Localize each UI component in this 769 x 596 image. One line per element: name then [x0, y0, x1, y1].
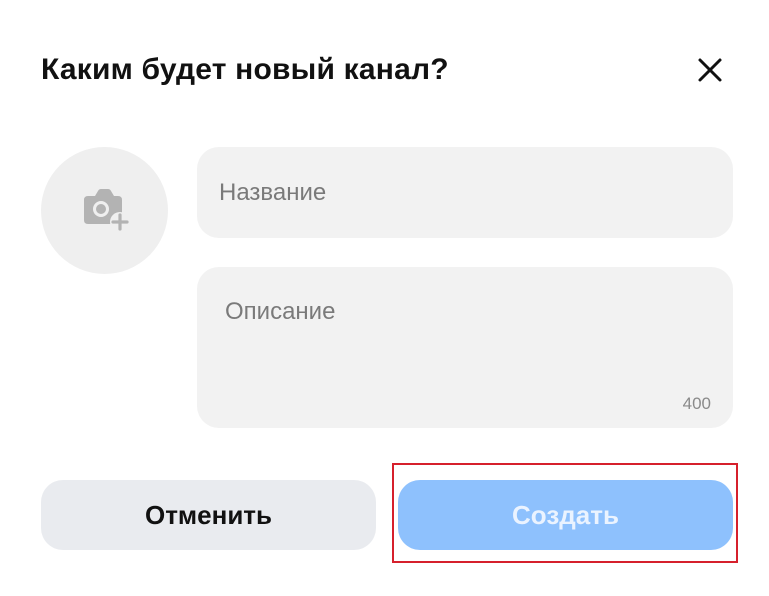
- channel-name-input[interactable]: [197, 147, 733, 238]
- dialog-title: Каким будет новый канал?: [41, 53, 449, 86]
- channel-description-field: 400: [197, 267, 733, 428]
- close-button[interactable]: [690, 50, 730, 90]
- create-button[interactable]: Создать: [398, 480, 733, 550]
- description-char-counter: 400: [682, 394, 711, 413]
- cancel-button-label: Отменить: [144, 499, 273, 530]
- channel-avatar-upload[interactable]: [41, 147, 168, 274]
- close-icon: [698, 58, 722, 82]
- camera-plus-icon: [83, 188, 130, 232]
- channel-name-field: [197, 147, 733, 238]
- create-button-label: Создать: [512, 499, 619, 530]
- create-channel-dialog: Каким будет новый канал? 400 Отменить Со…: [0, 0, 769, 596]
- channel-description-input[interactable]: [197, 267, 733, 387]
- cancel-button[interactable]: Отменить: [41, 480, 376, 550]
